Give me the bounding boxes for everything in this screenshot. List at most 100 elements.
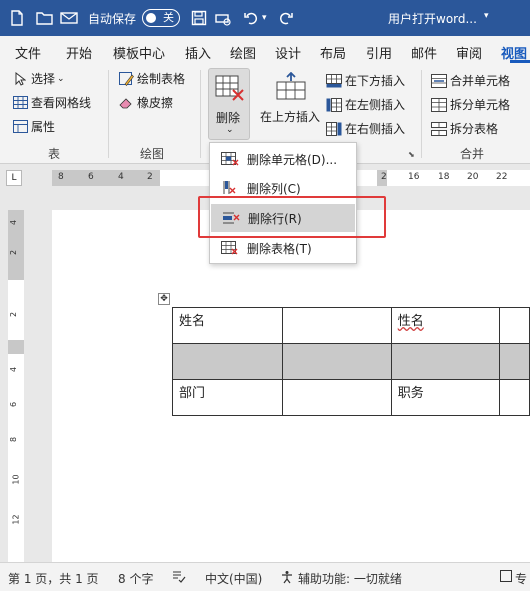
undo-dropdown-icon[interactable]: ▾	[262, 13, 267, 23]
insert-below-button[interactable]: 在下方插入	[326, 72, 405, 89]
split-cells-button[interactable]: 拆分单元格	[431, 96, 510, 113]
ruler-tick: 2	[9, 249, 19, 256]
delete-cells-icon	[221, 151, 239, 167]
insert-right-button[interactable]: 在右侧插入	[326, 120, 405, 137]
save-icon[interactable]	[190, 9, 208, 27]
tab-mailings[interactable]: 邮件	[411, 43, 437, 62]
delete-button[interactable]: 删除 ⌄	[208, 68, 250, 140]
accessibility-status[interactable]: 辅助功能: 一切就绪	[298, 570, 402, 587]
word-logo-icon	[8, 9, 26, 27]
tab-draw[interactable]: 绘图	[230, 43, 256, 62]
table-cell[interactable]	[499, 379, 530, 416]
accessibility-icon[interactable]	[280, 570, 294, 587]
tab-design[interactable]: 设计	[275, 43, 301, 62]
tab-home[interactable]: 开始	[66, 43, 92, 62]
group-label-table: 表	[48, 147, 61, 161]
table-move-handle-icon[interactable]: ✥	[158, 293, 170, 305]
eraser-button[interactable]: 橡皮擦	[118, 94, 173, 111]
view-gridlines-button[interactable]: 查看网格线	[12, 94, 91, 111]
mail-icon[interactable]	[60, 9, 78, 27]
delete-table-icon	[221, 240, 239, 256]
table-row[interactable]: 部门 职务	[172, 379, 530, 416]
split-cells-icon	[431, 97, 447, 113]
word-count[interactable]: 8 个字	[118, 570, 153, 587]
table-cell[interactable]	[172, 343, 283, 380]
autosave-label: 自动保存	[88, 11, 137, 26]
autosave-state: 关	[163, 11, 175, 24]
split-table-button[interactable]: 拆分表格	[431, 120, 498, 137]
merge-cells-button[interactable]: 合并单元格	[431, 72, 510, 89]
ruler-tick: 4	[118, 172, 124, 182]
split-table-icon	[431, 121, 447, 137]
table-cell[interactable]	[499, 307, 530, 344]
tab-selector-icon[interactable]: L	[6, 170, 22, 186]
focus-mode-icon[interactable]	[500, 570, 512, 585]
table-cell[interactable]: 姓名	[172, 307, 283, 344]
draw-table-button[interactable]: 绘制表格	[118, 70, 185, 87]
page-count[interactable]: 第 1 页，共 1 页	[8, 570, 99, 587]
document-title[interactable]: 用户打开word...	[388, 10, 477, 27]
redo-icon[interactable]	[277, 9, 295, 27]
delete-column-icon	[221, 180, 239, 196]
table-cell[interactable]	[390, 343, 501, 380]
properties-button[interactable]: 属性	[12, 118, 55, 135]
insert-above-icon	[276, 71, 306, 103]
group-label-merge: 合并	[460, 147, 485, 161]
table-cell[interactable]: 性名	[390, 307, 501, 344]
menu-item-delete-table[interactable]: 删除表格(T)	[210, 234, 356, 262]
insert-left-button[interactable]: 在左侧插入	[326, 96, 405, 113]
toggle-knob	[146, 13, 157, 23]
select-label: 选择	[31, 72, 56, 86]
group-label-draw: 绘图	[140, 147, 165, 161]
tab-template-center[interactable]: 模板中心	[113, 43, 165, 62]
focus-mode-label[interactable]: 专	[515, 570, 527, 587]
ruler-tick: 12	[11, 514, 21, 525]
proofing-icon[interactable]	[172, 570, 186, 587]
autosave-toggle[interactable]: 关	[142, 9, 181, 27]
ribbon-tabs: 文件 开始 模板中心 插入 绘图 设计 布局 引用 邮件 审阅 视图	[0, 36, 530, 64]
table-cell[interactable]	[499, 343, 530, 380]
ruler-margin	[52, 170, 160, 186]
cursor-icon	[12, 71, 28, 87]
ruler-tick: 6	[88, 172, 94, 182]
insert-above-button[interactable]: 在上方插入	[258, 70, 324, 142]
table-row[interactable]: 姓名 性名	[172, 307, 530, 344]
document-table[interactable]: 姓名 性名 部门 职务	[172, 307, 530, 416]
language-status[interactable]: 中文(中国)	[205, 570, 262, 587]
insert-above-label: 在上方插入	[260, 110, 321, 124]
table-cell[interactable]: 部门	[172, 379, 283, 416]
ruler-tick: 8	[58, 172, 64, 182]
dialog-launcher-icon[interactable]: ⬊	[408, 150, 415, 159]
ruler-tick: 2	[381, 172, 387, 182]
table-cell[interactable]	[281, 343, 392, 380]
vertical-ruler[interactable]: 4 2 2 4 6 8 10 12	[8, 210, 24, 562]
ruler-tick: 4	[9, 219, 19, 226]
tab-layout[interactable]: 布局	[320, 43, 346, 62]
tab-review[interactable]: 审阅	[456, 43, 482, 62]
open-folder-icon[interactable]	[36, 9, 54, 27]
ruler-tick: 6	[9, 401, 19, 408]
print-preview-icon[interactable]	[214, 9, 232, 27]
draw-table-label: 绘制表格	[137, 72, 186, 86]
tab-references[interactable]: 引用	[366, 43, 392, 62]
title-dropdown-icon[interactable]: ▾	[484, 11, 489, 21]
tab-insert[interactable]: 插入	[185, 43, 211, 62]
insert-below-icon	[326, 73, 342, 89]
active-tab-indicator	[510, 60, 530, 63]
ruler-tick: 20	[467, 172, 479, 182]
tab-file[interactable]: 文件	[15, 43, 41, 62]
table-cell[interactable]	[281, 307, 392, 344]
insert-below-label: 在下方插入	[345, 74, 406, 88]
select-button[interactable]: 选择 ⌄	[12, 70, 65, 87]
table-cell[interactable]: 职务	[390, 379, 501, 416]
group-separator	[108, 70, 109, 158]
delete-label: 删除	[216, 111, 241, 125]
table-row-selected[interactable]	[172, 343, 530, 380]
undo-icon[interactable]	[242, 9, 260, 27]
ruler-tick: 18	[438, 172, 450, 182]
insert-right-label: 在右侧插入	[345, 122, 406, 136]
ruler-tick: 2	[147, 172, 153, 182]
table-cell[interactable]	[281, 379, 392, 416]
menu-item-delete-cells[interactable]: 删除单元格(D)...	[210, 145, 356, 173]
eraser-icon	[118, 95, 134, 111]
